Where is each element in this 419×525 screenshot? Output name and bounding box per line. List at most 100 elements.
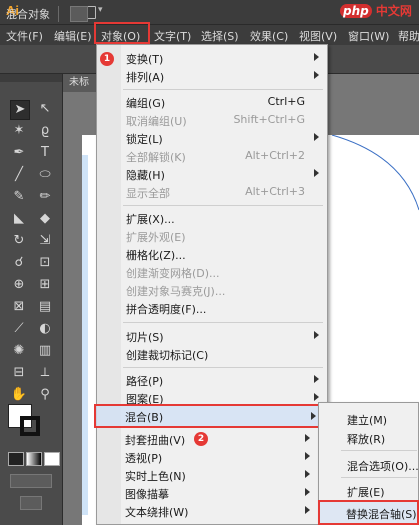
pencil-tool-icon[interactable]: ✏ — [36, 188, 54, 206]
object-menu-highlight — [94, 22, 150, 44]
menu-item-unlock-all[interactable]: 全部解锁(K) Alt+Ctrl+2 — [97, 147, 327, 166]
submenu-arrow-icon — [314, 393, 319, 401]
submenu-arrow-icon — [314, 169, 319, 177]
menu-item-live-paint[interactable]: 实时上色(N) — [96, 466, 318, 485]
menu-bar: 文件(F) 编辑(E) 对象(O) 文字(T) 选择(S) 效果(C) 视图(V… — [0, 24, 419, 45]
type-tool-icon[interactable]: T — [36, 144, 54, 162]
submenu-arrow-icon — [305, 470, 310, 478]
free-transform-tool-icon[interactable]: ⊡ — [36, 254, 54, 272]
submenu-arrow-icon — [305, 452, 310, 460]
submenu-item-make[interactable]: 建立(M) — [319, 409, 418, 429]
scale-tool-icon[interactable]: ⇲ — [36, 232, 54, 250]
blob-brush-tool-icon[interactable]: ◣ — [10, 210, 28, 228]
eraser-tool-icon[interactable]: ◆ — [36, 210, 54, 228]
menu-help[interactable]: 帮助 — [398, 28, 419, 44]
pen-tool-icon[interactable]: ✒ — [10, 144, 28, 162]
rotate-tool-icon[interactable]: ↻ — [10, 232, 28, 250]
direct-selection-tool-icon[interactable]: ↖ — [36, 100, 54, 118]
step-marker-2: 2 — [194, 432, 208, 446]
none-mode-icon[interactable] — [44, 452, 60, 466]
menu-item-image-trace[interactable]: 图像描摹 — [96, 484, 318, 503]
menu-item-perspective[interactable]: 透视(P) — [96, 448, 318, 467]
menu-separator — [341, 477, 417, 478]
selection-tool-icon[interactable]: ➤ — [10, 100, 30, 120]
ellipse-tool-icon[interactable]: ⬭ — [36, 166, 54, 184]
menu-effect[interactable]: 效果(C) — [250, 28, 288, 44]
menu-item-group[interactable]: 编组(G) Ctrl+G — [97, 93, 327, 112]
column-graph-tool-icon[interactable]: ▥ — [36, 342, 54, 360]
menu-separator — [123, 367, 323, 368]
menu-type[interactable]: 文字(T) — [154, 28, 191, 44]
submenu-arrow-icon — [314, 331, 319, 339]
blend-tool-icon[interactable]: ◐ — [36, 320, 54, 338]
watermark: php 中文网 — [340, 2, 412, 19]
stroke-color-button[interactable] — [70, 6, 88, 22]
menu-item-expand-appearance[interactable]: 扩展外观(E) — [97, 227, 327, 246]
menu-select[interactable]: 选择(S) — [201, 28, 239, 44]
warp-tool-icon[interactable]: ☌ — [10, 254, 28, 272]
menu-item-blend-label: 混合(B) — [125, 411, 164, 424]
menu-item-path[interactable]: 路径(P) — [97, 371, 327, 390]
menu-separator — [341, 450, 417, 451]
paintbrush-tool-icon[interactable]: ✎ — [10, 188, 28, 206]
color-mode-icon[interactable] — [8, 452, 24, 466]
submenu-item-replace-spine[interactable]: 替换混合轴(S) — [318, 500, 419, 525]
gradient-tool-icon[interactable]: ▤ — [36, 298, 54, 316]
menu-item-transform[interactable]: 变换(T) — [97, 49, 327, 68]
artboard-tool-icon[interactable]: ⊟ — [10, 364, 28, 382]
shape-builder-tool-icon[interactable]: ⊕ — [10, 276, 28, 294]
submenu-arrow-icon — [314, 53, 319, 61]
menu-item-blend[interactable]: 混合(B) — [94, 404, 324, 428]
slice-tool-icon[interactable]: ⟂ — [36, 364, 54, 382]
menu-item-show-all[interactable]: 显示全部 Alt+Ctrl+3 — [97, 183, 327, 202]
divider — [58, 6, 59, 22]
submenu-item-release[interactable]: 释放(R) — [319, 428, 418, 448]
menu-item-hide[interactable]: 隐藏(H) — [97, 165, 327, 184]
submenu-item-blend-options[interactable]: 混合选项(O)... — [319, 455, 419, 475]
eyedropper-tool-icon[interactable]: ⟋ — [10, 320, 28, 338]
gradient-mode-icon[interactable] — [26, 452, 42, 466]
menu-window[interactable]: 窗口(W) — [348, 28, 389, 44]
screen-mode-icon[interactable] — [20, 496, 42, 510]
stroke-swatch[interactable] — [20, 416, 40, 436]
chevron-down-icon[interactable]: ▾ — [98, 5, 103, 15]
menu-item-expand[interactable]: 扩展(X)... — [97, 209, 327, 228]
menu-item-ungroup[interactable]: 取消编组(U) Shift+Ctrl+G — [97, 111, 327, 130]
menu-item-create-trim-marks[interactable]: 创建裁切标记(C) — [97, 345, 327, 364]
submenu-arrow-icon — [314, 375, 319, 383]
menu-item-create-gradient-mesh[interactable]: 创建渐变网格(D)... — [97, 263, 327, 282]
menu-item-text-wrap[interactable]: 文本绕排(W) — [96, 502, 318, 521]
submenu-arrow-icon — [305, 506, 310, 514]
perspective-grid-tool-icon[interactable]: ⊞ — [36, 276, 54, 294]
selection-type-label: 混合对象 — [6, 8, 50, 21]
menu-view[interactable]: 视图(V) — [299, 28, 337, 44]
tools-panel-grip[interactable] — [0, 74, 62, 82]
hand-tool-icon[interactable]: ✋ — [10, 386, 28, 404]
submenu-arrow-icon — [311, 412, 316, 420]
menu-file[interactable]: 文件(F) — [6, 28, 43, 44]
menu-edit[interactable]: 编辑(E) — [54, 28, 92, 44]
menu-item-lock[interactable]: 锁定(L) — [97, 129, 327, 148]
menu-separator — [123, 322, 323, 323]
menu-item-arrange[interactable]: 排列(A) — [97, 67, 327, 86]
submenu-arrow-icon — [305, 488, 310, 496]
menu-item-flatten-transparency[interactable]: 拼合透明度(F)... — [97, 299, 327, 318]
menu-item-rasterize[interactable]: 栅格化(Z)... — [97, 245, 327, 264]
draw-mode-icon[interactable] — [10, 474, 52, 488]
menu-separator — [123, 89, 323, 90]
submenu-item-expand[interactable]: 扩展(E) — [319, 481, 418, 501]
line-tool-icon[interactable]: ╱ — [10, 166, 28, 184]
mesh-tool-icon[interactable]: ⊠ — [10, 298, 28, 316]
symbol-sprayer-tool-icon[interactable]: ✺ — [10, 342, 28, 360]
submenu-arrow-icon — [314, 71, 319, 79]
submenu-arrow-icon — [314, 133, 319, 141]
menu-item-slice[interactable]: 切片(S) — [97, 327, 327, 346]
menu-item-create-object-mosaic[interactable]: 创建对象马赛克(J)... — [97, 281, 327, 300]
submenu-item-replace-spine-label: 替换混合轴(S) — [346, 508, 417, 521]
watermark-site: 中文网 — [375, 4, 412, 18]
magic-wand-tool-icon[interactable]: ✶ — [10, 122, 28, 140]
step-marker-1: 1 — [100, 52, 114, 66]
zoom-tool-icon[interactable]: ⚲ — [36, 386, 54, 404]
lasso-tool-icon[interactable]: ϱ — [36, 122, 54, 140]
watermark-brand: php — [340, 4, 372, 18]
